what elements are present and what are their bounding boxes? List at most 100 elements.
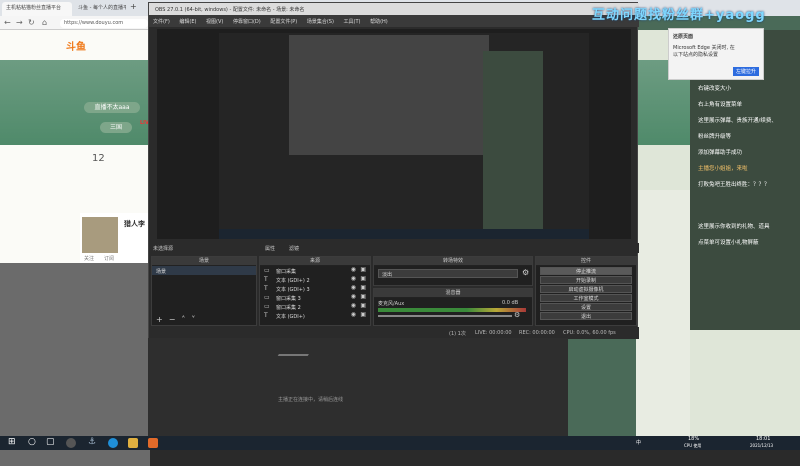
app-icon[interactable]: ⚓	[88, 437, 96, 447]
obs-preview[interactable]	[157, 29, 631, 239]
window-capture-icon: ▭	[264, 294, 270, 301]
lock-icon[interactable]: ▣	[360, 302, 366, 309]
fan-box: 12	[80, 145, 150, 213]
chat-line: 主播您小姐姐，来啦	[698, 166, 748, 172]
source-properties-bar: 未选择源 属性 滤镜	[149, 243, 639, 253]
windows-taskbar: ⊞ ○ ▢ ⚓ 中 18% CPU 使用 18:01 2021/12/13	[0, 436, 800, 450]
eye-icon[interactable]: ◉	[351, 275, 356, 282]
controls-dock-header: 控件	[536, 257, 636, 266]
volume-slider[interactable]	[378, 315, 512, 317]
move-up-icon[interactable]: ˄	[181, 315, 185, 324]
exit-button[interactable]: 退出	[540, 312, 632, 320]
obs-icon[interactable]	[66, 438, 76, 448]
menu-tools[interactable]: 工具(T)	[344, 19, 361, 25]
menu-help[interactable]: 帮助(H)	[370, 19, 388, 25]
filters-tab[interactable]: 滤镜	[289, 245, 299, 252]
browser-tab-2[interactable]: 斗鱼 - 每个人的直播平台	[74, 2, 126, 16]
fan-count: 12	[92, 153, 105, 164]
streamer-avatar[interactable]	[82, 217, 118, 253]
eye-icon[interactable]: ◉	[351, 293, 356, 300]
eye-icon[interactable]: ◉	[351, 266, 356, 273]
chat-line: 点菜单可设置小礼物屏蔽	[698, 240, 759, 246]
source-label: 文本 (GDI+)	[276, 314, 305, 320]
text-icon: T	[264, 276, 268, 283]
edge-notification[interactable]: 还原页面 Microsoft Edge 关闭时, 在以下站点的隐私设置 左键拉升	[668, 28, 764, 80]
website-content: 斗鱼 直播不太aaa 三国 LIVE 12 猎人李 关注 订阅	[0, 30, 152, 466]
nested-taskbar	[219, 229, 589, 239]
chat-line: 粉丝牌升级等	[698, 134, 732, 140]
menu-file[interactable]: 文件(F)	[153, 19, 170, 25]
stop-streaming-button[interactable]: 停止推流	[540, 267, 632, 275]
menu-profile[interactable]: 配置文件(P)	[270, 19, 297, 25]
notification-button[interactable]: 左键拉升	[732, 67, 759, 76]
menu-docks[interactable]: 停靠窗口(D)	[233, 19, 261, 25]
eye-icon[interactable]: ◉	[351, 302, 356, 309]
browser-icon[interactable]	[148, 438, 158, 448]
eye-icon[interactable]: ◉	[351, 311, 356, 318]
file-explorer-icon[interactable]	[128, 438, 138, 448]
task-view-icon[interactable]: ▢	[46, 437, 55, 447]
chat-line: 这里展示你收到的礼物、道具	[698, 224, 770, 230]
transition-settings-icon[interactable]: ⚙	[522, 268, 529, 277]
source-item[interactable]: ▭ 窗口采集 3 ◉ ▣	[260, 293, 370, 302]
ime-language[interactable]: 中	[636, 439, 641, 446]
windows-start-icon[interactable]: ⊞	[8, 437, 16, 447]
reload-icon[interactable]: ↻	[28, 18, 35, 27]
chat-gap	[690, 196, 800, 220]
lock-icon[interactable]: ▣	[360, 311, 366, 318]
source-item[interactable]: ▭ 窗口采集 ◉ ▣	[260, 266, 370, 275]
menu-scene-collection[interactable]: 场景集合(S)	[307, 19, 334, 25]
virtual-camera-button[interactable]: 启动虚拟摄像机	[540, 285, 632, 293]
properties-tab[interactable]: 属性	[265, 245, 275, 252]
move-down-icon[interactable]: ˅	[191, 315, 195, 324]
player-logo	[273, 354, 309, 364]
url-input[interactable]: https://www.douyu.com	[60, 19, 148, 28]
chat-line: 这里展示弹幕、贵族开通/续费、	[698, 118, 777, 124]
settings-button[interactable]: 设置	[540, 303, 632, 311]
menu-view[interactable]: 视图(V)	[206, 19, 223, 25]
stream-overlay-text: 互动问题找粉丝群+yaogg	[592, 8, 766, 23]
cpu-fps: CPU: 0.0%, 60.00 fps	[563, 330, 616, 336]
streamer-card[interactable]: 猎人李 关注 订阅	[80, 213, 150, 263]
mixer-settings-icon[interactable]: ⚙	[514, 311, 520, 319]
lock-icon[interactable]: ▣	[360, 275, 366, 282]
edge-icon[interactable]	[108, 438, 118, 448]
studio-mode-button[interactable]: 工作室模式	[540, 294, 632, 302]
clock-time[interactable]: 18:01	[756, 436, 770, 442]
lock-icon[interactable]: ▣	[360, 266, 366, 273]
source-item[interactable]: T 文本 (GDI+) 3 ◉ ▣	[260, 284, 370, 293]
scene-item[interactable]: 场景	[152, 266, 256, 275]
home-icon[interactable]: ⌂	[42, 18, 47, 27]
source-item[interactable]: ▭ 窗口采集 2 ◉ ▣	[260, 302, 370, 311]
lock-icon[interactable]: ▣	[360, 293, 366, 300]
streamer-tag-1[interactable]: 关注	[84, 255, 94, 262]
chat-line: 右键改变大小	[698, 86, 732, 92]
obs-title: OBS 27.0.1 (64-bit, windows) - 配置文件: 未命名…	[155, 7, 305, 13]
transition-select[interactable]: 淡出	[378, 269, 518, 278]
banner-pill-2[interactable]: 三国	[100, 122, 132, 133]
streamer-tag-2[interactable]: 订阅	[104, 255, 114, 262]
remove-scene-icon[interactable]: −	[169, 315, 176, 324]
search-icon[interactable]: ○	[28, 437, 36, 447]
banner-pill-1[interactable]: 直播不太aaa	[84, 102, 140, 113]
nested-obs-preview	[289, 35, 489, 155]
mixer-db-label: 0.0 dB	[502, 300, 519, 306]
eye-icon[interactable]: ◉	[351, 284, 356, 291]
source-item[interactable]: T 文本 (GDI+) 2 ◉ ▣	[260, 275, 370, 284]
window-capture-icon: ▭	[264, 267, 270, 274]
new-tab-button[interactable]: +	[126, 0, 138, 14]
start-recording-button[interactable]: 开始录制	[540, 276, 632, 284]
streamer-name[interactable]: 猎人李	[124, 219, 145, 229]
back-icon[interactable]: ←	[4, 18, 11, 27]
clock-date[interactable]: 2021/12/13	[750, 443, 773, 448]
add-scene-icon[interactable]: +	[156, 315, 163, 324]
lock-icon[interactable]: ▣	[360, 284, 366, 291]
browser-tab-1[interactable]: 主机粘粘猫粉丝直播平台	[2, 2, 72, 16]
forward-icon[interactable]: →	[16, 18, 23, 27]
menu-edit[interactable]: 编辑(E)	[179, 19, 196, 25]
notification-body: Microsoft Edge 关闭时, 在以下站点的隐私设置	[673, 45, 735, 58]
live-prefix: (1) 1次	[449, 331, 466, 337]
source-item[interactable]: T 文本 (GDI+) ◉ ▣	[260, 311, 370, 320]
rec-timer: REC: 00:00:00	[519, 330, 555, 336]
site-logo[interactable]: 斗鱼	[66, 38, 86, 53]
